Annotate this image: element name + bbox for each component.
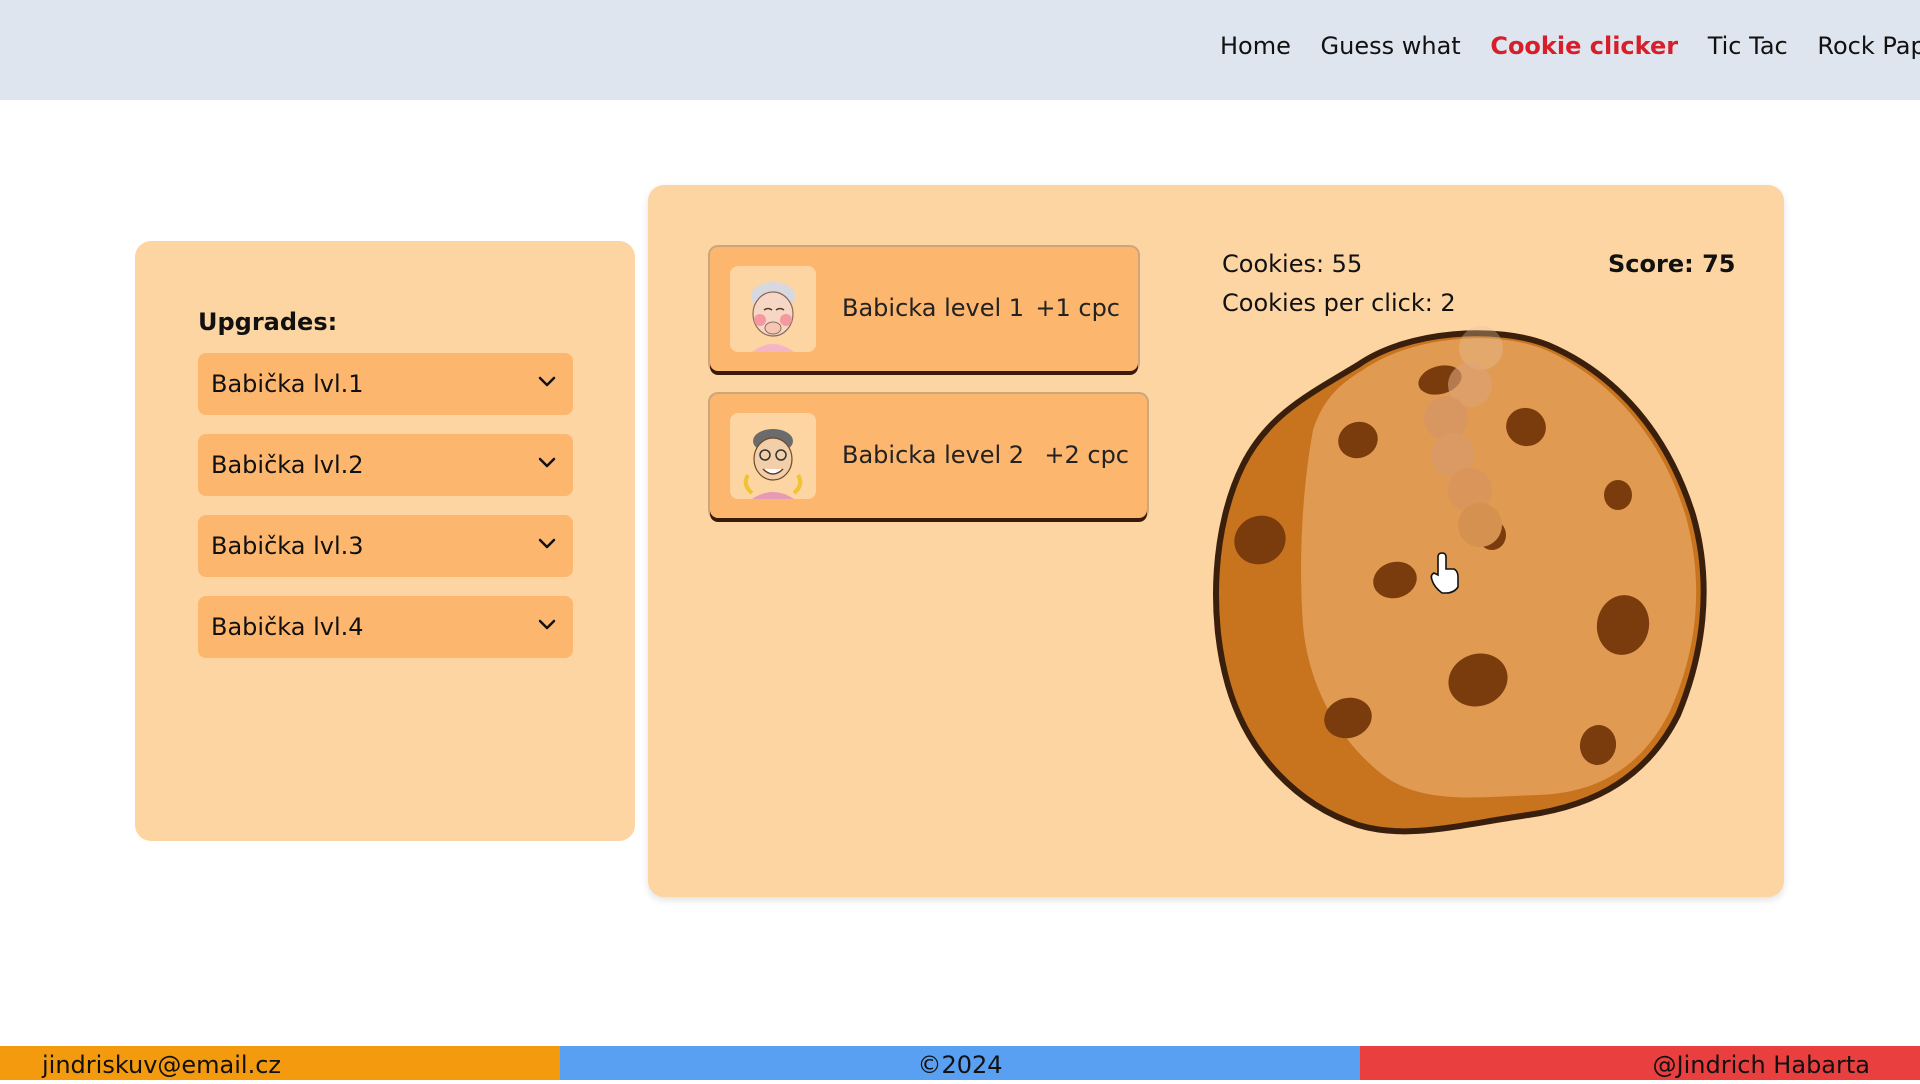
- top-navbar: Home Guess what Cookie clicker Tic Tac R…: [0, 0, 1920, 100]
- nav-cookie-clicker[interactable]: Cookie clicker: [1490, 32, 1678, 60]
- chevron-down-icon: [538, 376, 556, 387]
- footer-email[interactable]: jindriskuv@email.cz: [0, 1046, 560, 1080]
- chevron-down-icon: [538, 619, 556, 630]
- footer-author[interactable]: @Jindrich Habarta: [1360, 1046, 1920, 1080]
- score: Score: 75: [1608, 250, 1736, 278]
- dropdown-label: Babička lvl.1: [211, 370, 364, 398]
- upgrades-title: Upgrades:: [198, 308, 338, 336]
- nav-guess-what[interactable]: Guess what: [1321, 32, 1461, 60]
- upgrade-dropdown-lvl4[interactable]: Babička lvl.4: [198, 596, 573, 658]
- nav-menu: Home Guess what Cookie clicker Tic Tac R…: [1220, 32, 1920, 60]
- nav-tic-tac[interactable]: Tic Tac: [1708, 32, 1788, 60]
- chevron-down-icon: [538, 457, 556, 468]
- dropdown-label: Babička lvl.4: [211, 613, 364, 641]
- shop-item-name: Babicka level 1: [842, 294, 1025, 322]
- dropdown-label: Babička lvl.3: [211, 532, 364, 560]
- cookies-count: Cookies: 55: [1222, 250, 1363, 278]
- nav-rock-paper[interactable]: Rock Paper: [1817, 32, 1920, 60]
- grandma-icon: [730, 413, 816, 499]
- upgrade-dropdown-lvl3[interactable]: Babička lvl.3: [198, 515, 573, 577]
- upgrade-dropdown-lvl1[interactable]: Babička lvl.1: [198, 353, 573, 415]
- upgrades-panel: Upgrades: Babička lvl.1 Babička lvl.2 Ba…: [135, 241, 635, 841]
- footer-copyright: ©2024: [560, 1046, 1360, 1080]
- shop-item-cpc: +2 cpc: [1044, 441, 1129, 469]
- cookie-button[interactable]: [1208, 325, 1718, 845]
- shop-item-name: Babicka level 2: [842, 441, 1025, 469]
- shop-item-babicka-2[interactable]: Babicka level 2 +2 cpc: [710, 394, 1147, 518]
- dropdown-label: Babička lvl.2: [211, 451, 364, 479]
- shop-item-babicka-1[interactable]: Babicka level 1 +1 cpc: [710, 247, 1138, 371]
- nav-home[interactable]: Home: [1220, 32, 1291, 60]
- upgrade-dropdown-lvl2[interactable]: Babička lvl.2: [198, 434, 573, 496]
- game-panel: Babicka level 1 +1 cpc Babicka level 2 +…: [648, 185, 1784, 897]
- grandma-icon: [730, 266, 816, 352]
- cookies-per-click: Cookies per click: 2: [1222, 289, 1456, 317]
- shop-item-cpc: +1 cpc: [1035, 294, 1120, 322]
- chevron-down-icon: [538, 538, 556, 549]
